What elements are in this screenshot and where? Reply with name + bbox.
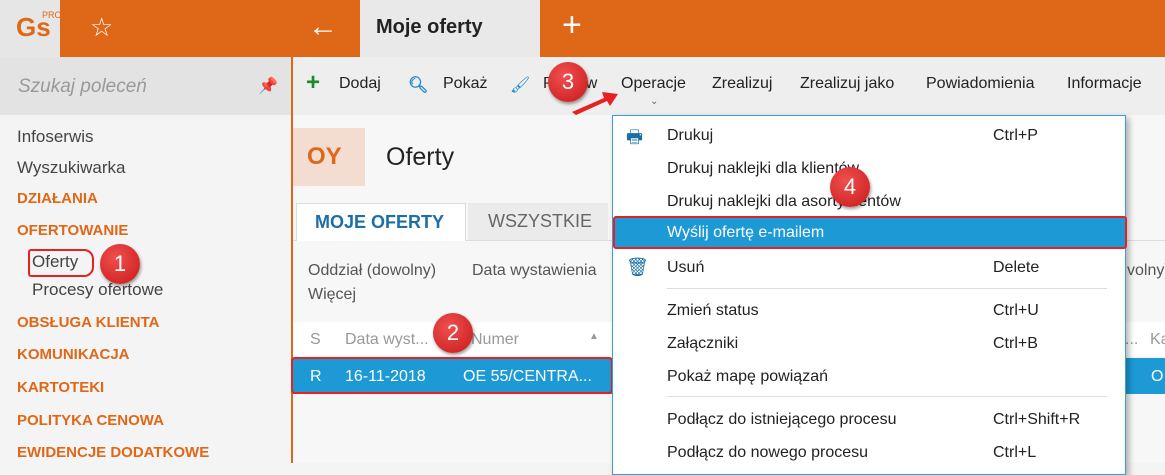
new-tab-plus-icon[interactable]: + xyxy=(562,6,582,45)
annotation-badge-3: 3 xyxy=(548,62,588,102)
favorites-star-icon[interactable]: ☆ xyxy=(90,12,113,43)
tab-wszystkie[interactable]: WSZYSTKIE xyxy=(468,203,608,240)
sidebar-item-infoserwis[interactable]: Infoserwis xyxy=(17,127,94,147)
annotation-badge-1: 1 xyxy=(100,244,140,284)
menu-item-send-email[interactable]: Wyślij ofertę e-mailem xyxy=(613,216,1127,249)
menu-label: Załączniki xyxy=(667,335,739,352)
annotation-badge-4: 4 xyxy=(830,167,870,207)
back-arrow-icon[interactable]: ← xyxy=(308,10,338,44)
logo-pro: PRO xyxy=(42,10,62,20)
realize-as-button[interactable]: Zrealizuj jako xyxy=(800,75,894,93)
plus-icon: + xyxy=(306,69,321,96)
menu-item-attach-existing-process[interactable]: Podłącz do istniejącego procesu Ctrl+Shif… xyxy=(613,403,1125,436)
sidebar-section-kartoteki[interactable]: KARTOTEKI xyxy=(17,379,104,396)
tab-moje-oferty[interactable]: Moje oferty xyxy=(360,0,540,57)
page-title: Oferty xyxy=(386,143,455,171)
cell-last: O xyxy=(1151,368,1164,385)
menu-shortcut: Ctrl+L xyxy=(993,444,1037,461)
col-ellipsis[interactable]: ... xyxy=(1125,331,1138,349)
show-button[interactable]: Pokaż xyxy=(443,75,487,93)
pin-icon[interactable]: 📌 xyxy=(258,76,278,96)
menu-separator xyxy=(667,396,1107,397)
sidebar-item-procesy-ofertowe[interactable]: Procesy ofertowe xyxy=(32,280,163,300)
trash-icon: 🗑 xyxy=(626,257,649,277)
operations-menu: 🖶 Drukuj Ctrl+P Drukuj naklejki dla klient… xyxy=(612,115,1127,475)
filter-date[interactable]: Data wystawienia xyxy=(472,262,597,280)
menu-label: Podłącz do nowego procesu xyxy=(667,444,869,461)
menu-label: Usuń xyxy=(667,259,705,276)
col-ka[interactable]: Ka xyxy=(1150,331,1165,349)
menu-shortcut: Ctrl+P xyxy=(993,127,1038,144)
info-button[interactable]: Informacje xyxy=(1067,75,1142,93)
module-badge: OY xyxy=(293,128,365,186)
add-button[interactable]: Dodaj xyxy=(339,75,381,93)
sidebar-item-wyszukiwarka[interactable]: Wyszukiwarka xyxy=(17,158,125,178)
operations-button[interactable]: Operacje xyxy=(621,75,686,93)
sidebar-section-komunikacja[interactable]: KOMUNIKACJA xyxy=(17,346,130,363)
menu-item-attach-new-process[interactable]: Podłącz do nowego procesu Ctrl+L xyxy=(613,436,1125,469)
highlight-oferty xyxy=(28,249,94,277)
menu-item-attachments[interactable]: Załączniki Ctrl+B xyxy=(613,327,1125,360)
printer-icon: 🖶 xyxy=(626,127,643,147)
menu-label: Wyślij ofertę e-mailem xyxy=(667,224,825,241)
menu-item-print[interactable]: 🖶 Drukuj Ctrl+P xyxy=(613,119,1125,152)
top-bar xyxy=(0,0,1165,57)
menu-shortcut: Delete xyxy=(993,259,1040,276)
menu-shortcut: Ctrl+U xyxy=(993,302,1039,319)
col-date[interactable]: Data wyst... xyxy=(345,331,429,349)
filter-branch[interactable]: Oddział (dowolny) xyxy=(308,262,436,280)
sort-asc-icon[interactable]: ▲ xyxy=(589,331,599,342)
menu-shortcut: Ctrl+B xyxy=(993,335,1038,352)
chevron-down-icon: ⌄ xyxy=(650,96,659,107)
tab-moje-oferty-list[interactable]: MOJE OFERTY xyxy=(296,203,466,241)
command-search-input[interactable]: Szukaj poleceń xyxy=(0,57,291,115)
col-status[interactable]: S xyxy=(310,331,321,349)
app-logo: Gs PRO xyxy=(0,0,62,57)
brush-icon: 🖌︎ xyxy=(510,77,531,94)
menu-separator xyxy=(667,288,1107,289)
menu-label: Drukuj naklejki dla klientów xyxy=(667,160,860,177)
sidebar-section-polityka-cenowa[interactable]: POLITYKA CENOWA xyxy=(17,412,164,429)
menu-shortcut: Ctrl+Shift+R xyxy=(993,411,1081,428)
filter-right[interactable]: volny) xyxy=(1127,262,1165,280)
sidebar-section-dzialania[interactable]: DZIAŁANIA xyxy=(17,190,98,207)
sidebar-section-obsluga-klienta[interactable]: OBSŁUGA KLIENTA xyxy=(17,314,160,331)
menu-label: Podłącz do istniejącego procesu xyxy=(667,411,897,428)
realize-button[interactable]: Zrealizuj xyxy=(712,75,772,93)
menu-item-relation-map[interactable]: Pokaż mapę powiązań xyxy=(613,360,1125,393)
menu-label: Pokaż mapę powiązań xyxy=(667,368,828,385)
highlight-row xyxy=(291,357,613,394)
annotation-badge-2: 2 xyxy=(433,313,473,353)
menu-item-delete[interactable]: 🗑 Usuń Delete xyxy=(613,251,1125,284)
sidebar-section-ewidencje[interactable]: EWIDENCJE DODATKOWE xyxy=(17,444,209,461)
filter-more[interactable]: Więcej xyxy=(308,286,356,304)
sidebar-section-ofertowanie[interactable]: OFERTOWANIE xyxy=(17,222,128,239)
search-icon: 🔍︎ xyxy=(408,77,429,94)
notifications-button[interactable]: Powiadomienia xyxy=(926,75,1035,93)
menu-label: Zmień status xyxy=(667,302,759,319)
menu-item-change-status[interactable]: Zmień status Ctrl+U xyxy=(613,294,1125,327)
menu-label: Drukuj xyxy=(667,127,714,144)
col-number[interactable]: Numer xyxy=(471,331,519,349)
sidebar: Infoserwis Wyszukiwarka DZIAŁANIA OFERTO… xyxy=(0,115,291,463)
